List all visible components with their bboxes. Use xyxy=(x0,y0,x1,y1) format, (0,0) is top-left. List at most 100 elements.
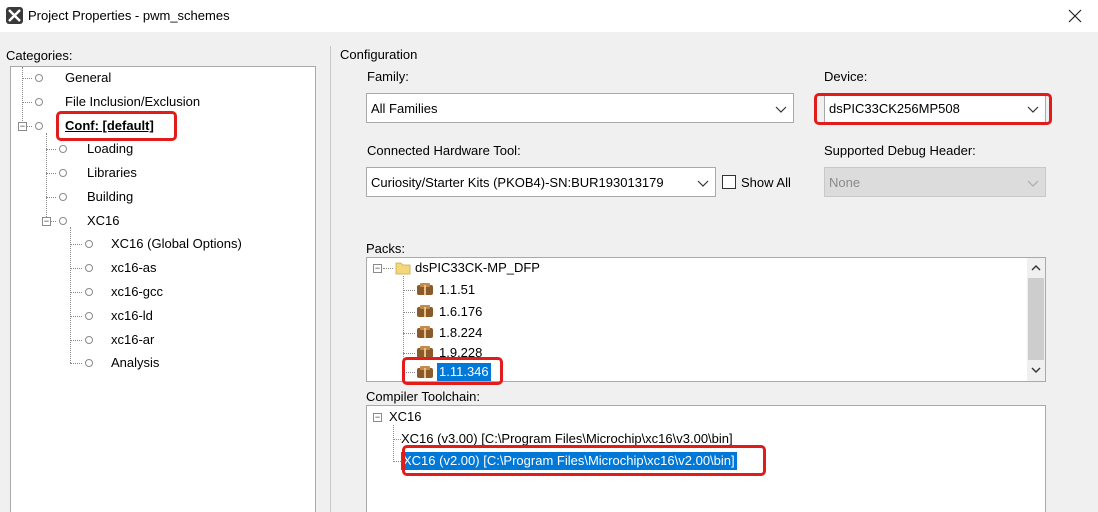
tree-bullet-icon xyxy=(35,98,43,106)
tree-line xyxy=(46,197,56,198)
tree-line xyxy=(46,149,56,150)
tree-line xyxy=(70,316,82,317)
category-general[interactable]: General xyxy=(65,69,111,87)
tree-line xyxy=(70,292,82,293)
tree-bullet-icon xyxy=(85,359,93,367)
tree-bullet-icon xyxy=(85,240,93,248)
category-building[interactable]: Building xyxy=(87,188,133,206)
tree-bullet-icon xyxy=(59,169,67,177)
show-all-checkbox[interactable] xyxy=(722,175,736,189)
category-xc16[interactable]: XC16 xyxy=(87,212,120,230)
categories-tree[interactable]: − − General File Inclusion/Exclusion Con… xyxy=(10,66,316,512)
tree-line xyxy=(403,353,415,354)
title-bar: Project Properties - pwm_schemes xyxy=(0,0,1098,32)
pack-version-selected[interactable]: 1.11.346 xyxy=(437,363,491,381)
package-icon xyxy=(417,283,433,295)
category-conf-default[interactable]: Conf: [default] xyxy=(65,117,154,135)
toolchain-root[interactable]: XC16 xyxy=(389,408,422,426)
category-xc16-ld[interactable]: xc16-ld xyxy=(111,307,153,325)
device-value: dsPIC33CK256MP508 xyxy=(829,101,960,116)
toolchain-label: Compiler Toolchain: xyxy=(366,389,480,404)
debug-header-select[interactable]: None xyxy=(824,167,1046,197)
tree-bullet-icon xyxy=(85,336,93,344)
tree-line xyxy=(393,439,401,440)
tree-line xyxy=(46,173,56,174)
tree-line xyxy=(22,102,32,103)
device-select[interactable]: dsPIC33CK256MP508 xyxy=(824,93,1046,123)
panel-divider xyxy=(330,46,331,512)
family-label: Family: xyxy=(367,69,409,84)
scroll-down-icon[interactable] xyxy=(1031,366,1041,374)
app-icon xyxy=(6,7,23,24)
tree-line xyxy=(27,126,32,127)
chevron-down-icon xyxy=(1027,180,1039,187)
collapse-toggle[interactable]: − xyxy=(18,122,27,131)
pack-version[interactable]: 1.1.51 xyxy=(439,281,475,299)
hardware-tool-value: Curiosity/Starter Kits (PKOB4)-SN:BUR193… xyxy=(371,175,664,190)
folder-icon xyxy=(395,262,411,275)
pack-version[interactable]: 1.8.224 xyxy=(439,324,482,342)
categories-label: Categories: xyxy=(6,48,73,63)
package-icon xyxy=(417,326,433,338)
category-xc16-global[interactable]: XC16 (Global Options) xyxy=(111,235,242,253)
tree-line xyxy=(70,227,71,363)
pack-root[interactable]: dsPIC33CK-MP_DFP xyxy=(415,259,540,277)
family-value: All Families xyxy=(371,101,438,116)
collapse-toggle[interactable]: − xyxy=(373,264,382,273)
family-select[interactable]: All Families xyxy=(366,93,794,123)
window-title: Project Properties - pwm_schemes xyxy=(28,8,230,23)
packs-scrollbar[interactable] xyxy=(1027,258,1045,381)
tree-bullet-icon xyxy=(59,193,67,201)
tree-line xyxy=(403,312,415,313)
close-button[interactable] xyxy=(1052,0,1098,32)
tree-line xyxy=(51,221,56,222)
tree-line xyxy=(70,268,82,269)
device-label: Device: xyxy=(824,69,868,84)
package-icon xyxy=(417,366,433,378)
category-xc16-as[interactable]: xc16-as xyxy=(111,259,157,277)
tree-line xyxy=(403,333,415,334)
tree-bullet-icon xyxy=(85,312,93,320)
collapse-toggle[interactable]: − xyxy=(42,217,51,226)
chevron-down-icon xyxy=(697,180,709,187)
tree-line xyxy=(393,425,394,462)
package-icon xyxy=(417,305,433,317)
pack-version[interactable]: 1.9.228 xyxy=(439,344,482,362)
configuration-group-label: Configuration xyxy=(340,47,418,62)
category-libraries[interactable]: Libraries xyxy=(87,164,137,182)
tree-line xyxy=(70,363,82,364)
category-file-inclusion[interactable]: File Inclusion/Exclusion xyxy=(65,93,200,111)
pack-version[interactable]: 1.6.176 xyxy=(439,303,482,321)
toolchain-item-selected[interactable]: XC16 (v2.00) [C:\Program Files\Microchip… xyxy=(401,452,737,470)
packs-tree[interactable]: − dsPIC33CK-MP_DFP 1.1.51 1.6.176 1.8.22… xyxy=(366,257,1046,382)
toolchain-item[interactable]: XC16 (v3.00) [C:\Program Files\Microchip… xyxy=(401,430,733,448)
tree-bullet-icon xyxy=(59,145,67,153)
tree-bullet-icon xyxy=(35,74,43,82)
scroll-up-icon[interactable] xyxy=(1031,264,1041,272)
category-analysis[interactable]: Analysis xyxy=(111,354,159,372)
tree-bullet-icon xyxy=(35,122,43,130)
tree-line xyxy=(403,372,415,373)
tree-line xyxy=(22,78,32,79)
category-loading[interactable]: Loading xyxy=(87,140,133,158)
debug-header-value: None xyxy=(829,175,861,190)
tree-bullet-icon xyxy=(85,288,93,296)
hardware-tool-select[interactable]: Curiosity/Starter Kits (PKOB4)-SN:BUR193… xyxy=(366,167,716,197)
close-icon xyxy=(1068,9,1082,23)
tree-line xyxy=(403,290,415,291)
packs-label: Packs: xyxy=(366,241,406,256)
scrollbar-thumb[interactable] xyxy=(1028,278,1044,360)
package-icon xyxy=(417,346,433,358)
category-xc16-gcc[interactable]: xc16-gcc xyxy=(111,283,163,301)
category-xc16-ar[interactable]: xc16-ar xyxy=(111,331,154,349)
tree-bullet-icon xyxy=(85,264,93,272)
tree-line xyxy=(383,268,393,269)
toolchain-tree[interactable]: − XC16 XC16 (v3.00) [C:\Program Files\Mi… xyxy=(366,405,1046,512)
hardware-tool-label: Connected Hardware Tool: xyxy=(367,143,521,158)
tree-line xyxy=(46,133,47,223)
chevron-down-icon xyxy=(1027,106,1039,113)
collapse-toggle[interactable]: − xyxy=(373,413,382,422)
tree-line xyxy=(70,244,82,245)
tree-bullet-icon xyxy=(59,217,67,225)
chevron-down-icon xyxy=(775,106,787,113)
